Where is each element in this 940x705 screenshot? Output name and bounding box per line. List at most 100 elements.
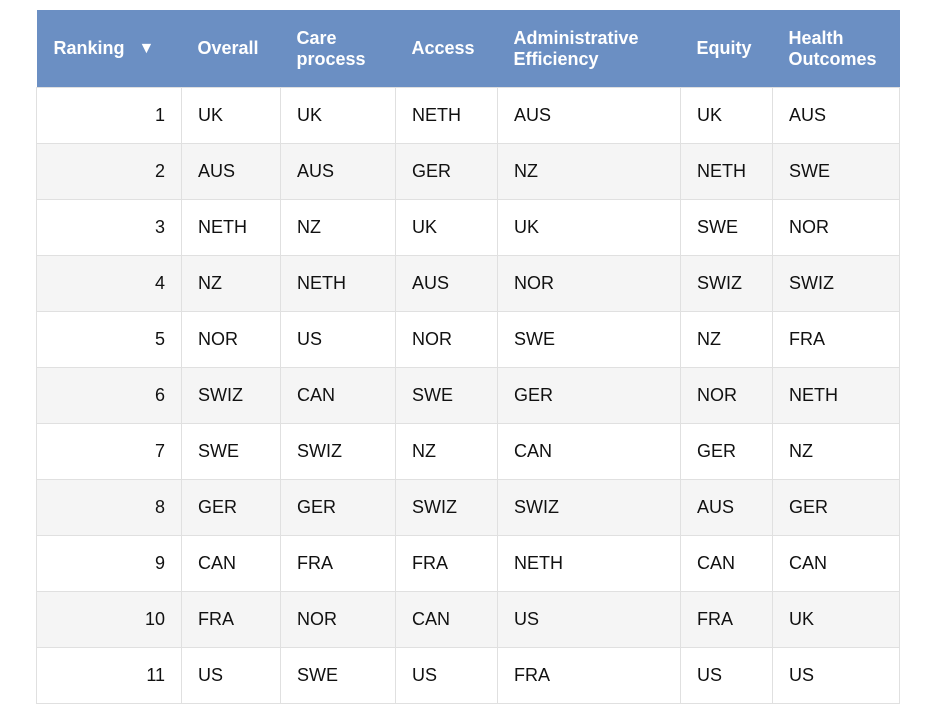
equity-cell: FRA [680, 591, 773, 648]
table-row: 1 UK UK NETH AUS UK AUS [36, 87, 900, 144]
table-row: 10 FRA NOR CAN US FRA UK [36, 591, 900, 648]
administrative-efficiency-cell: US [497, 591, 681, 648]
equity-cell: NZ [680, 311, 773, 368]
administrative-efficiency-cell: SWE [497, 311, 681, 368]
table-body: 1 UK UK NETH AUS UK AUS 2 AUS AUS GER NZ… [36, 87, 900, 704]
sort-descending-icon[interactable]: ▼ [139, 38, 155, 59]
column-header-overall[interactable]: Overall [181, 10, 281, 88]
health-outcomes-cell: FRA [772, 311, 900, 368]
access-cell: UK [395, 199, 498, 256]
column-header-care-process[interactable]: Care process [280, 10, 396, 88]
column-header-ranking[interactable]: Ranking ▼ [36, 10, 182, 88]
rank-cell: 1 [36, 87, 182, 144]
access-cell: SWE [395, 367, 498, 424]
administrative-efficiency-cell: AUS [497, 87, 681, 144]
health-outcomes-cell: CAN [772, 535, 900, 592]
table-row: 5 NOR US NOR SWE NZ FRA [36, 311, 900, 368]
rank-cell: 6 [36, 367, 182, 424]
equity-cell: GER [680, 423, 773, 480]
overall-cell: US [181, 647, 281, 704]
health-outcomes-cell: AUS [772, 87, 900, 144]
rank-cell: 10 [36, 591, 182, 648]
health-outcomes-cell: NETH [772, 367, 900, 424]
overall-cell: CAN [181, 535, 281, 592]
overall-cell: SWE [181, 423, 281, 480]
equity-cell: NOR [680, 367, 773, 424]
rank-cell: 11 [36, 647, 182, 704]
rank-cell: 2 [36, 143, 182, 200]
health-outcomes-cell: UK [772, 591, 900, 648]
rankings-table: Ranking ▼ Overall Care process Access Admi… [36, 10, 900, 704]
care-process-cell: CAN [280, 367, 396, 424]
equity-cell: UK [680, 87, 773, 144]
administrative-efficiency-cell: UK [497, 199, 681, 256]
administrative-efficiency-cell: NOR [497, 255, 681, 312]
health-outcomes-cell: US [772, 647, 900, 704]
access-cell: NOR [395, 311, 498, 368]
equity-cell: SWE [680, 199, 773, 256]
table-row: 6 SWIZ CAN SWE GER NOR NETH [36, 367, 900, 424]
table-row: 2 AUS AUS GER NZ NETH SWE [36, 143, 900, 200]
table-row: 11 US SWE US FRA US US [36, 647, 900, 704]
overall-cell: FRA [181, 591, 281, 648]
access-cell: NZ [395, 423, 498, 480]
access-cell: NETH [395, 87, 498, 144]
access-cell: AUS [395, 255, 498, 312]
administrative-efficiency-cell: NZ [497, 143, 681, 200]
administrative-efficiency-cell: NETH [497, 535, 681, 592]
care-process-cell: FRA [280, 535, 396, 592]
column-header-access[interactable]: Access [395, 10, 498, 88]
rank-cell: 5 [36, 311, 182, 368]
column-header-administrative-efficiency[interactable]: Administrative Efficiency [497, 10, 681, 88]
health-outcomes-cell: SWIZ [772, 255, 900, 312]
care-process-cell: AUS [280, 143, 396, 200]
rankings-table-container: Ranking ▼ Overall Care process Access Admi… [36, 10, 900, 704]
overall-cell: NZ [181, 255, 281, 312]
equity-cell: SWIZ [680, 255, 773, 312]
administrative-efficiency-cell: SWIZ [497, 479, 681, 536]
administrative-efficiency-cell: CAN [497, 423, 681, 480]
table-header: Ranking ▼ Overall Care process Access Admi… [36, 10, 900, 88]
header-row: Ranking ▼ Overall Care process Access Admi… [36, 10, 900, 88]
equity-cell: NETH [680, 143, 773, 200]
care-process-cell: US [280, 311, 396, 368]
health-outcomes-cell: NOR [772, 199, 900, 256]
column-header-health-line1: Health [788, 27, 844, 48]
table-row: 3 NETH NZ UK UK SWE NOR [36, 199, 900, 256]
rank-cell: 9 [36, 535, 182, 592]
equity-cell: AUS [680, 479, 773, 536]
care-process-cell: UK [280, 87, 396, 144]
column-header-equity-label: Equity [696, 38, 752, 58]
column-header-equity[interactable]: Equity [680, 10, 773, 88]
care-process-cell: NZ [280, 199, 396, 256]
column-header-health-line2: Outcomes [788, 48, 877, 69]
table-row: 8 GER GER SWIZ SWIZ AUS GER [36, 479, 900, 536]
table-row: 7 SWE SWIZ NZ CAN GER NZ [36, 423, 900, 480]
equity-cell: US [680, 647, 773, 704]
table-row: 4 NZ NETH AUS NOR SWIZ SWIZ [36, 255, 900, 312]
administrative-efficiency-cell: GER [497, 367, 681, 424]
column-header-admin-line1: Administrative [513, 27, 639, 48]
health-outcomes-cell: SWE [772, 143, 900, 200]
rank-cell: 8 [36, 479, 182, 536]
health-outcomes-cell: GER [772, 479, 900, 536]
care-process-cell: SWIZ [280, 423, 396, 480]
column-header-access-label: Access [411, 38, 475, 58]
column-header-health-outcomes[interactable]: Health Outcomes [772, 10, 900, 88]
overall-cell: NETH [181, 199, 281, 256]
table-row: 9 CAN FRA FRA NETH CAN CAN [36, 535, 900, 592]
column-header-care-process-line1: Care [296, 27, 337, 48]
overall-cell: UK [181, 87, 281, 144]
rank-cell: 3 [36, 199, 182, 256]
overall-cell: NOR [181, 311, 281, 368]
care-process-cell: NETH [280, 255, 396, 312]
rank-cell: 7 [36, 423, 182, 480]
access-cell: CAN [395, 591, 498, 648]
care-process-cell: NOR [280, 591, 396, 648]
care-process-cell: GER [280, 479, 396, 536]
column-header-ranking-label: Ranking [53, 38, 125, 58]
column-header-overall-label: Overall [197, 38, 259, 58]
column-header-admin-line2: Efficiency [513, 48, 599, 69]
access-cell: FRA [395, 535, 498, 592]
health-outcomes-cell: NZ [772, 423, 900, 480]
